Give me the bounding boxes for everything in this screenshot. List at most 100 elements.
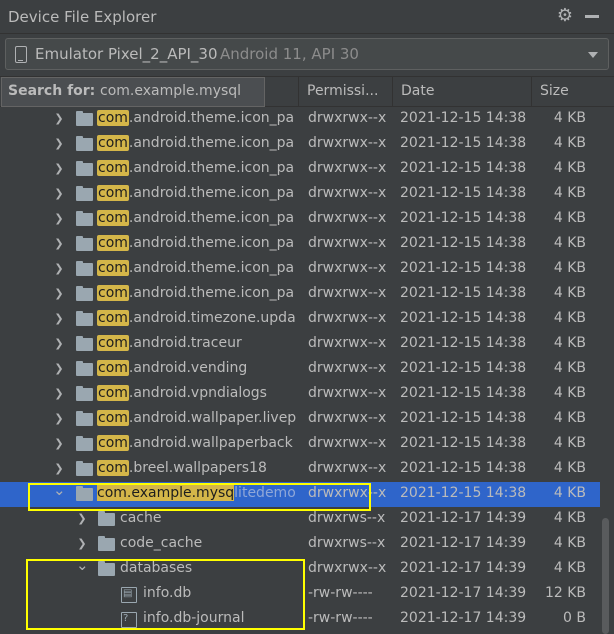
row-permissions: drwxrws--x: [308, 535, 386, 551]
folder-icon: [76, 461, 93, 476]
table-row[interactable]: ❯ com.android.theme.icon_pa drwxrwx--x 2021…: [0, 157, 600, 182]
column-date[interactable]: Date: [392, 77, 532, 106]
row-permissions: drwxrwx--x: [308, 285, 387, 301]
row-date: 2021-12-15 14:38: [400, 310, 527, 326]
device-selector[interactable]: Emulator Pixel_2_API_30 Android 11, API …: [5, 38, 609, 70]
column-permissions[interactable]: Permissi...: [298, 77, 393, 106]
chevron-right-icon[interactable]: ❯: [53, 313, 65, 325]
table-row[interactable]: ❯ com.android.wallpaperback drwxrwx--x 2021…: [0, 432, 600, 457]
table-row[interactable]: ❯ com.android.theme.icon_pa drwxrwx--x 2021…: [0, 282, 600, 307]
row-size: 4 KB: [553, 410, 586, 426]
file-tree: ❯ com.android.theme.icon_pa drwxrwx--x 2021…: [0, 107, 600, 634]
search-input[interactable]: com.example.mysql: [100, 83, 241, 99]
row-date: 2021-12-17 14:39: [400, 560, 527, 576]
table-row[interactable]: ❯ com.android.theme.icon_pa drwxrwx--x 2021…: [0, 232, 600, 257]
search-match: com: [97, 310, 129, 326]
row-size: 4 KB: [553, 360, 586, 376]
folder-icon: [76, 386, 93, 401]
device-api: Android 11, API 30: [220, 45, 359, 63]
search-match: com: [97, 135, 129, 151]
row-date: 2021-12-17 14:39: [400, 510, 527, 526]
row-size: 4 KB: [553, 310, 586, 326]
folder-icon: [76, 186, 93, 201]
chevron-right-icon[interactable]: ❯: [53, 438, 65, 450]
row-name: com.android.theme.icon_pa: [97, 185, 299, 205]
row-name: com.android.wallpaperback: [97, 435, 299, 455]
table-row[interactable]: ❯ com.android.theme.icon_pa drwxrwx--x 2021…: [0, 207, 600, 232]
table-row[interactable]: ❯ com.android.timezone.upda drwxrwx--x 2021…: [0, 307, 600, 332]
search-match: com: [97, 360, 129, 376]
table-row[interactable]: ❯ com.android.theme.icon_pa drwxrwx--x 2021…: [0, 257, 600, 282]
chevron-right-icon[interactable]: ❯: [53, 238, 65, 250]
chevron-right-icon[interactable]: ❯: [53, 263, 65, 275]
row-name-rest: .android.theme.icon_pa: [128, 110, 295, 126]
row-permissions: drwxrwx--x: [308, 210, 387, 226]
row-size: 4 KB: [553, 460, 586, 476]
row-permissions: drwxrwx--x: [308, 260, 387, 276]
row-name-rest: .android.theme.icon_pa: [128, 210, 295, 226]
chevron-right-icon[interactable]: ❯: [53, 213, 65, 225]
row-name: com.android.theme.icon_pa: [97, 160, 299, 180]
row-name: com.android.timezone.upda: [97, 310, 299, 330]
row-size: 4 KB: [553, 560, 586, 576]
dropdown-arrow-icon: [588, 52, 598, 58]
row-date: 2021-12-17 14:39: [400, 585, 527, 601]
row-date: 2021-12-15 14:38: [400, 260, 527, 276]
search-match: com: [97, 160, 129, 176]
vertical-scrollbar[interactable]: [602, 518, 609, 634]
row-name-rest: .android.theme.icon_pa: [128, 285, 295, 301]
column-size[interactable]: Size: [531, 77, 614, 106]
row-name: com.android.vending: [97, 360, 299, 380]
table-row[interactable]: ❯ com.android.theme.icon_pa drwxrwx--x 2021…: [0, 132, 600, 157]
row-name-rest: .android.wallpaper.livep: [128, 410, 297, 426]
device-name: Emulator Pixel_2_API_30: [35, 45, 218, 63]
table-row[interactable]: ❯ com.breel.wallpapers18 drwxrwx--x 2021-12…: [0, 457, 600, 482]
table-row[interactable]: ❯ com.android.vpndialogs drwxrwx--x 2021-12…: [0, 382, 600, 407]
row-permissions: drwxrwx--x: [308, 560, 387, 576]
chevron-right-icon[interactable]: ❯: [76, 538, 88, 550]
folder-icon: [76, 111, 93, 126]
speed-search-popup[interactable]: Search for: com.example.mysql: [1, 77, 265, 107]
row-size: 4 KB: [553, 435, 586, 451]
row-date: 2021-12-15 14:38: [400, 410, 527, 426]
folder-icon: [76, 336, 93, 351]
chevron-right-icon[interactable]: ❯: [53, 138, 65, 150]
folder-icon: [98, 511, 115, 526]
chevron-right-icon[interactable]: ❯: [53, 188, 65, 200]
chevron-right-icon[interactable]: ❯: [53, 413, 65, 425]
chevron-right-icon[interactable]: ❯: [53, 288, 65, 300]
chevron-right-icon[interactable]: ❯: [53, 388, 65, 400]
table-row[interactable]: ❯ com.android.traceur drwxrwx--x 2021-12-15…: [0, 332, 600, 357]
row-name-rest: .android.theme.icon_pa: [128, 185, 295, 201]
row-permissions: drwxrwx--x: [308, 135, 387, 151]
chevron-right-icon[interactable]: ❯: [53, 338, 65, 350]
chevron-right-icon[interactable]: ❯: [53, 363, 65, 375]
chevron-right-icon[interactable]: ❯: [53, 163, 65, 175]
search-match: com: [97, 235, 129, 251]
table-row[interactable]: ❯ com.android.theme.icon_pa drwxrwx--x 2021…: [0, 107, 600, 132]
row-name-rest: .android.vpndialogs: [128, 385, 267, 401]
search-match: com: [97, 185, 129, 201]
table-row[interactable]: ❯ com.android.vending drwxrwx--x 2021-12-15…: [0, 357, 600, 382]
folder-icon: [76, 161, 93, 176]
row-date: 2021-12-15 14:38: [400, 110, 527, 126]
table-row[interactable]: ❯ com.android.theme.icon_pa drwxrwx--x 2021…: [0, 182, 600, 207]
chevron-right-icon[interactable]: ❯: [53, 113, 65, 125]
folder-icon: [76, 411, 93, 426]
chevron-right-icon[interactable]: ❯: [76, 513, 88, 525]
table-row[interactable]: ❯ code_cache drwxrws--x 2021-12-17 14:39 4 K…: [0, 532, 600, 557]
row-permissions: drwxrwx--x: [308, 435, 387, 451]
row-size: 4 KB: [553, 260, 586, 276]
row-permissions: -rw-rw----: [308, 585, 373, 601]
table-row[interactable]: ❯ com.android.wallpaper.livep drwxrwx--x 20…: [0, 407, 600, 432]
folder-icon: [76, 236, 93, 251]
row-date: 2021-12-17 14:39: [400, 610, 527, 626]
chevron-right-icon[interactable]: ❯: [53, 463, 65, 475]
gear-icon[interactable]: ⚙: [555, 6, 575, 26]
row-size: 4 KB: [553, 510, 586, 526]
minimize-icon[interactable]: [585, 15, 599, 18]
folder-icon: [76, 286, 93, 301]
row-date: 2021-12-15 14:38: [400, 460, 527, 476]
search-match: com: [97, 210, 129, 226]
folder-icon: [76, 261, 93, 276]
